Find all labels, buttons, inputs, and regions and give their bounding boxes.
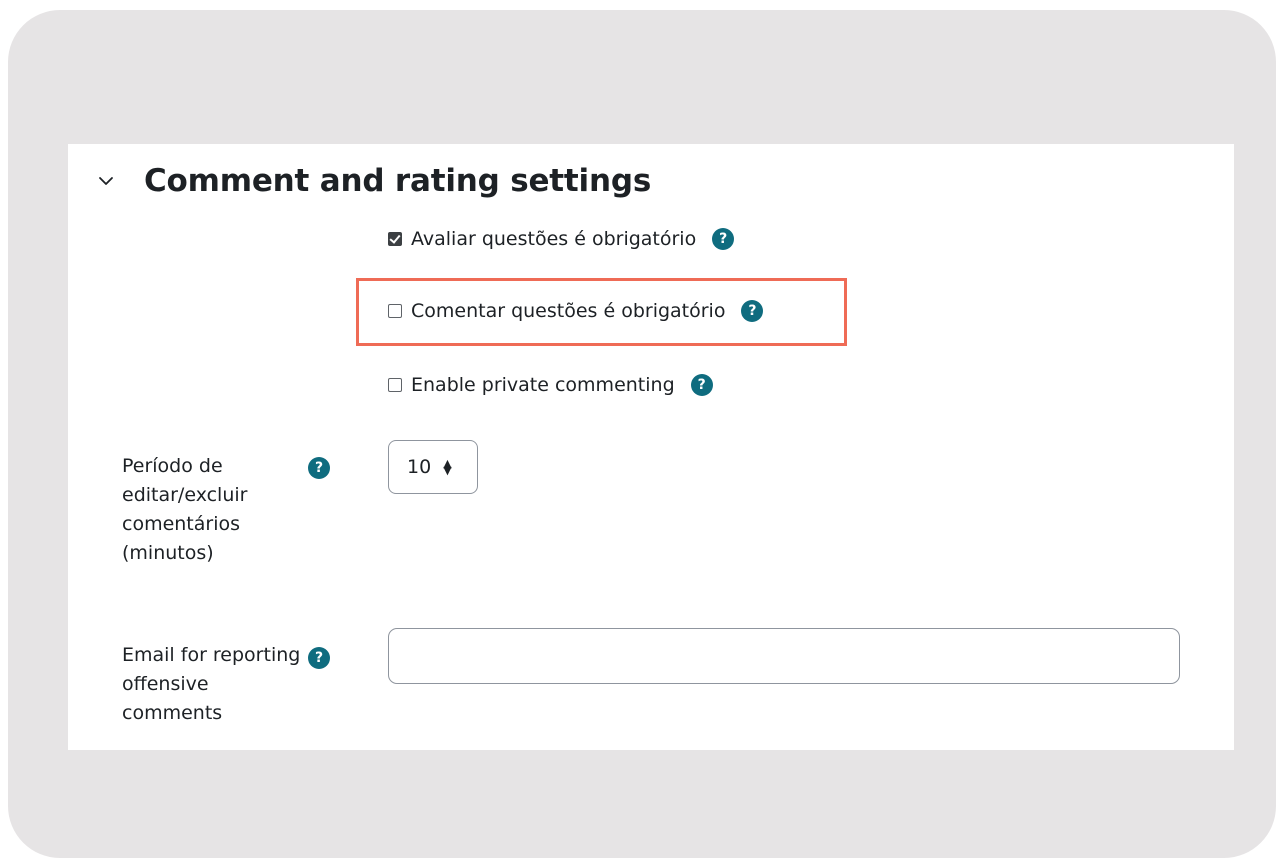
comment-required-checkbox[interactable]: [388, 304, 402, 318]
rating-required-checkbox[interactable]: [388, 232, 402, 246]
edit-period-label-line: (minutos): [122, 542, 214, 564]
edit-period-label-line: comentários: [122, 513, 241, 535]
edit-period-label-line: Período de: [122, 455, 223, 477]
help-icon[interactable]: ?: [308, 457, 330, 479]
screenshot-frame: Comment and rating settings Avaliar ques…: [8, 10, 1276, 858]
rating-required-label[interactable]: Avaliar questões é obrigatório: [411, 228, 696, 250]
select-arrows-icon: ▲ ▼: [443, 457, 452, 477]
section-header[interactable]: Comment and rating settings: [96, 158, 651, 204]
private-commenting-option[interactable]: Enable private commenting ?: [388, 370, 713, 400]
section-title: Comment and rating settings: [144, 163, 652, 199]
private-commenting-checkbox[interactable]: [388, 378, 402, 392]
private-commenting-label[interactable]: Enable private commenting: [411, 374, 675, 396]
help-icon[interactable]: ?: [741, 300, 764, 322]
report-email-label-line: comments: [122, 702, 223, 724]
edit-period-label: Período de editar/excluir comentários (m…: [122, 452, 322, 568]
chevron-down-icon[interactable]: [96, 171, 116, 191]
help-icon[interactable]: ?: [308, 647, 330, 669]
edit-period-select[interactable]: 10 ▲ ▼: [388, 440, 478, 494]
help-icon[interactable]: ?: [690, 374, 713, 396]
rating-required-option[interactable]: Avaliar questões é obrigatório ?: [388, 224, 735, 254]
edit-period-value: 10: [407, 456, 432, 478]
report-email-input[interactable]: [388, 628, 1180, 684]
comment-required-label[interactable]: Comentar questões é obrigatório: [411, 300, 725, 322]
edit-period-label-line: editar/excluir: [122, 484, 248, 506]
comment-required-option[interactable]: Comentar questões é obrigatório ?: [388, 296, 764, 326]
settings-panel: Comment and rating settings Avaliar ques…: [68, 144, 1234, 750]
report-email-label-line: offensive: [122, 673, 209, 695]
report-email-label: Email for reporting offensive comments: [122, 641, 322, 728]
help-icon[interactable]: ?: [712, 228, 735, 250]
report-email-label-line: Email for reporting: [122, 644, 301, 666]
